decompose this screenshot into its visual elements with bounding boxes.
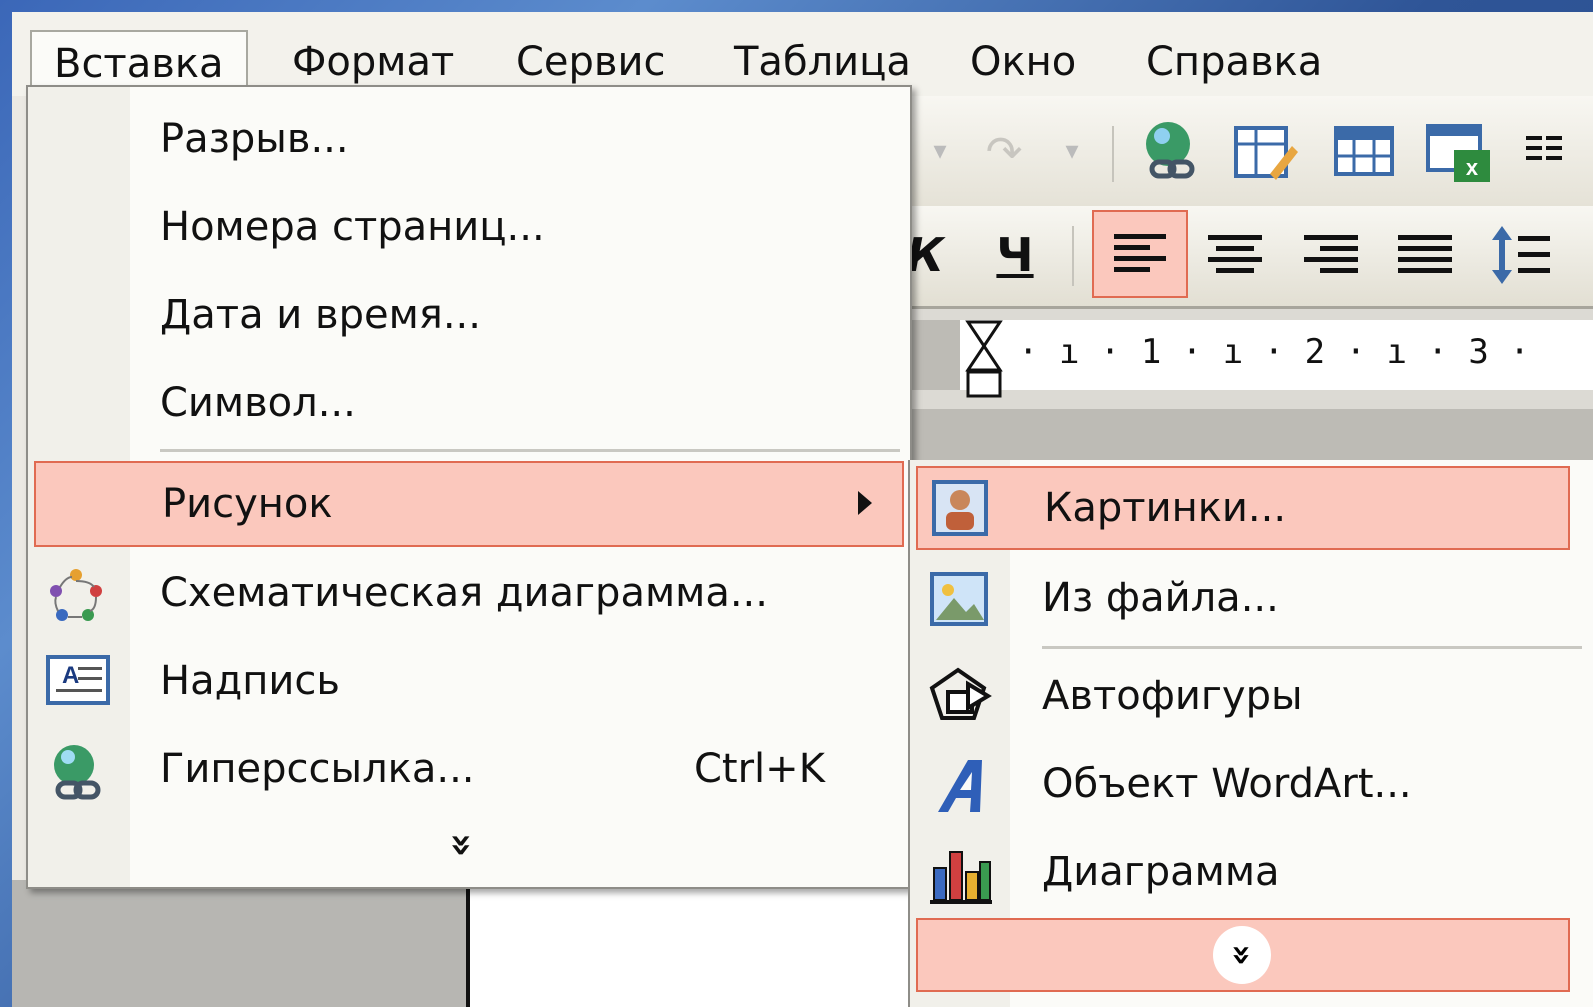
expand-chevron-icon: » — [1213, 926, 1271, 984]
formatting-toolbar: К Ч — [880, 206, 1593, 309]
menu-bar: Вставка Формат Сервис Таблица Окно Справ… — [12, 12, 1593, 106]
chart-icon — [928, 842, 992, 904]
submenu-item-chart[interactable]: Диаграмма — [910, 828, 1593, 916]
toolbar-separator — [1112, 126, 1114, 182]
columns-icon[interactable] — [1524, 128, 1564, 178]
indent-marker-icon[interactable] — [964, 320, 1004, 400]
submenu-item-autoshapes[interactable]: Автофигуры — [910, 652, 1593, 740]
align-right-button[interactable] — [1296, 220, 1366, 290]
line-spacing-icon — [1492, 226, 1550, 284]
menu-item-label: Дата и время... — [160, 292, 481, 338]
picture-file-icon — [928, 568, 990, 630]
menu-item-date-time[interactable]: Дата и время... — [28, 271, 910, 359]
submenu-item-label: Объект WordArt... — [1042, 761, 1412, 807]
document-gray-area — [12, 880, 470, 1007]
insert-excel-icon[interactable]: x — [1424, 120, 1494, 186]
hyperlink-icon[interactable] — [1138, 116, 1208, 186]
line-spacing-button[interactable] — [1484, 218, 1558, 292]
submenu-item-label: Картинки... — [1044, 485, 1287, 531]
submenu-expand-button[interactable]: » — [916, 918, 1570, 992]
standard-toolbar: ▾ ↷ ▾ x — [880, 96, 1593, 206]
menu-item-diagram[interactable]: Схематическая диаграмма... — [28, 549, 910, 637]
submenu-item-label: Из файла... — [1042, 575, 1279, 621]
tables-borders-icon[interactable] — [1230, 118, 1300, 188]
menu-item-picture[interactable]: Рисунок — [34, 461, 904, 547]
menu-help[interactable]: Справка — [1124, 30, 1344, 94]
menu-item-textbox[interactable]: A Надпись — [28, 637, 910, 725]
submenu-arrow-icon — [858, 491, 872, 515]
menu-separator — [160, 449, 900, 452]
menu-window[interactable]: Окно — [948, 30, 1098, 94]
justify-icon — [1398, 235, 1452, 273]
align-right-icon — [1304, 235, 1358, 273]
menu-item-label: Символ... — [160, 380, 356, 426]
menu-item-shortcut: Ctrl+K — [694, 746, 825, 792]
hyperlink-icon — [46, 741, 106, 801]
menu-item-break[interactable]: Разрыв... — [28, 95, 910, 183]
menu-item-symbol[interactable]: Символ... — [28, 359, 910, 447]
menu-item-label: Разрыв... — [160, 116, 349, 162]
wordart-icon — [928, 754, 990, 816]
submenu-item-label: Автофигуры — [1042, 673, 1303, 719]
insert-table-icon[interactable] — [1332, 122, 1396, 182]
horizontal-ruler: · ı · 1 · ı · 2 · ı · 3 · — [900, 320, 1593, 398]
align-center-icon — [1208, 235, 1262, 273]
svg-text:A: A — [62, 662, 79, 689]
insert-menu-dropdown: Разрыв... Номера страниц... Дата и время… — [26, 85, 912, 889]
ruler-ticks: · ı · 1 · ı · 2 · ı · 3 · — [1018, 332, 1530, 372]
menu-item-label: Схематическая диаграмма... — [160, 570, 768, 616]
menu-separator — [1042, 646, 1582, 649]
redo-icon[interactable]: ↷ — [976, 124, 1032, 180]
textbox-icon: A — [46, 653, 110, 713]
picture-submenu: Картинки... Из файла... Автофигуры Объек… — [908, 460, 1593, 1007]
menu-item-hyperlink[interactable]: Гиперссылка... Ctrl+K — [28, 725, 910, 813]
clipart-icon — [930, 478, 992, 540]
diagram-icon — [46, 565, 106, 625]
justify-button[interactable] — [1390, 220, 1460, 290]
document-margin-area — [880, 409, 1593, 461]
submenu-item-clipart[interactable]: Картинки... — [916, 466, 1570, 550]
align-center-button[interactable] — [1200, 220, 1270, 290]
submenu-item-from-file[interactable]: Из файла... — [910, 554, 1593, 642]
submenu-item-wordart[interactable]: Объект WordArt... — [910, 740, 1593, 828]
redo-dropdown-icon[interactable]: ▾ — [1052, 136, 1092, 166]
menu-item-label: Надпись — [160, 658, 340, 704]
submenu-item-label: Диаграмма — [1042, 849, 1280, 895]
toolbar-separator — [1072, 226, 1074, 286]
autoshapes-icon — [928, 666, 992, 728]
menu-item-label: Номера страниц... — [160, 204, 545, 250]
align-left-button[interactable] — [1092, 210, 1188, 298]
undo-dropdown-icon[interactable]: ▾ — [920, 136, 960, 166]
menu-item-label: Рисунок — [162, 481, 333, 527]
expand-menu-chevron-icon[interactable]: » — [440, 823, 484, 867]
align-left-icon — [1114, 234, 1166, 272]
document-page[interactable] — [470, 880, 910, 1007]
menu-item-page-numbers[interactable]: Номера страниц... — [28, 183, 910, 271]
menu-item-label: Гиперссылка... — [160, 746, 475, 792]
underline-button[interactable]: Ч — [990, 220, 1040, 290]
svg-text:x: x — [1466, 155, 1479, 180]
